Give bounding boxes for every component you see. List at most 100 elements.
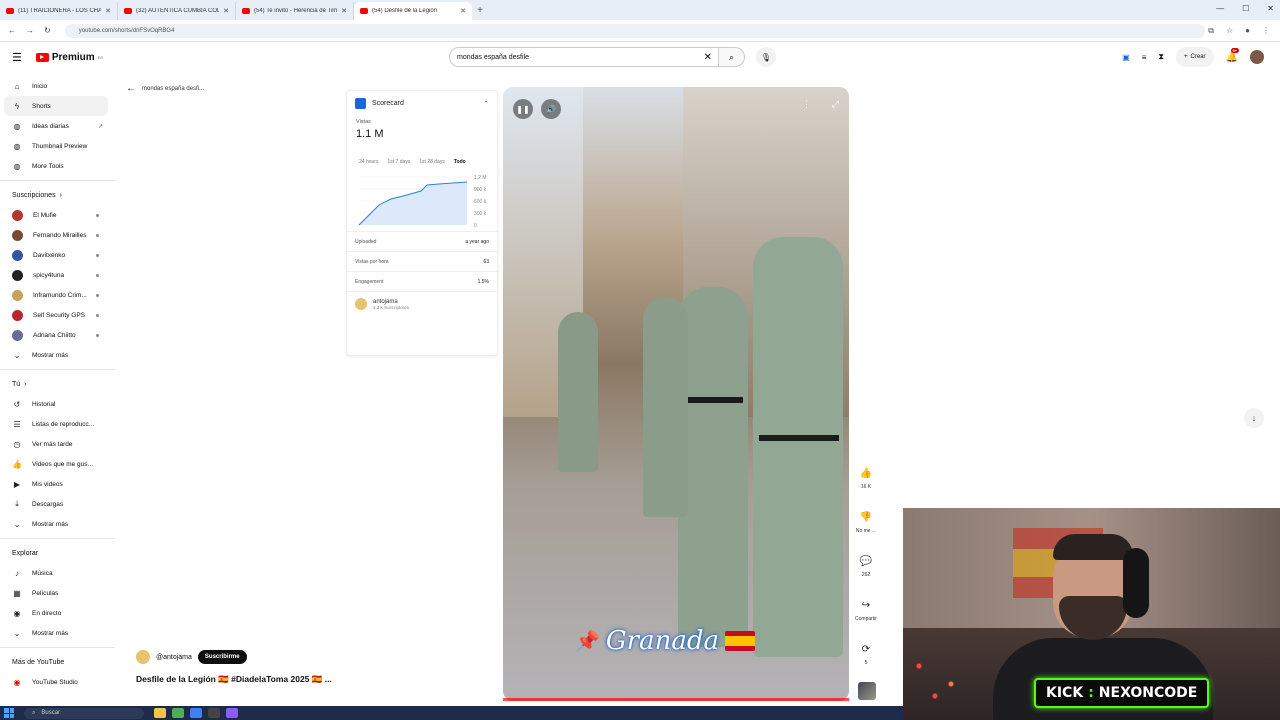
pause-icon: ❚❚ <box>516 104 530 114</box>
sidebar-item-inicio[interactable]: ⌂ Inicio <box>0 76 115 96</box>
sidebar-item-downloads[interactable]: ⤓ Descargas <box>0 494 115 514</box>
close-tab-icon[interactable]: ✕ <box>223 7 229 15</box>
search-input[interactable]: mondas españa desfile ✕ <box>449 47 719 67</box>
sidebar-sub-item[interactable]: Adriana Chiitto <box>0 325 115 345</box>
reload-icon[interactable]: ↻ <box>44 26 51 35</box>
sidebar-show-more[interactable]: ⌄ Mostrar más <box>0 623 115 643</box>
share-action[interactable]: ↪ Compartir <box>852 594 880 623</box>
browser-tab[interactable]: (54) Te invito - Herencia de Tim ✕ <box>236 2 354 20</box>
you-heading[interactable]: Tú › <box>0 374 115 394</box>
collapse-icon[interactable]: ⌃ <box>483 100 489 108</box>
sidebar-item-live[interactable]: ◉ En directo <box>0 603 115 623</box>
close-window-icon[interactable]: ✕ <box>1267 4 1274 13</box>
channel-avatar[interactable] <box>136 650 150 664</box>
youtube-favicon-icon <box>6 8 14 14</box>
more-options-icon[interactable]: ⋮ <box>802 99 811 110</box>
volume-button[interactable]: 🔊 <box>541 99 561 119</box>
list-icon[interactable]: ≡ <box>1142 53 1147 62</box>
sidebar-item-ideas[interactable]: ◍ Ideas diarias ↗ <box>0 116 115 136</box>
sidebar-item-thumbnail-preview[interactable]: ◍ Thumbnail Preview <box>0 136 115 156</box>
video-title[interactable]: Desfile de la Legión 🇪🇸 #DiadelaToma 202… <box>136 674 332 685</box>
windows-start-icon[interactable] <box>4 708 14 718</box>
close-tab-icon[interactable]: ✕ <box>460 7 466 15</box>
fullscreen-icon[interactable]: ⤢ <box>832 99 839 110</box>
subscribe-button[interactable]: Suscribirme <box>197 650 247 664</box>
shorts-video-player[interactable]: ❚❚ 🔊 ⋮ ⤢ 📌 Granada <box>503 87 849 701</box>
browser-tab[interactable]: (32) AUTENTICA CUMBIA COL ✕ <box>118 2 236 20</box>
range-tab[interactable]: 24 hours <box>359 159 378 165</box>
sidebar-item-youtube-studio[interactable]: ◉ YouTube Studio <box>0 672 115 692</box>
scorecard-channel[interactable]: antojama 4.3 k Suscriptores <box>347 291 497 316</box>
sidebar-show-more[interactable]: ⌄ Mostrar más <box>0 514 115 534</box>
sidebar-item-playlists[interactable]: ☰ Listas de reproducc... <box>0 414 115 434</box>
subscriptions-heading[interactable]: Suscripciones › <box>0 185 115 205</box>
new-tab-button[interactable]: + <box>472 5 488 16</box>
sidebar-sub-item[interactable]: Davitxenko <box>0 245 115 265</box>
range-tab[interactable]: 1st 7 days <box>387 159 410 165</box>
clear-search-icon[interactable]: ✕ <box>704 52 712 63</box>
forward-nav-icon[interactable]: → <box>26 26 34 35</box>
explore-heading: Explorar <box>12 549 39 557</box>
browser-tab[interactable]: (11) TRAICIONERA - LOS CHARR✕ <box>0 2 118 20</box>
remix-action[interactable]: ⟳ 5 <box>852 638 880 667</box>
sound-thumbnail[interactable] <box>858 682 876 700</box>
close-tab-icon[interactable]: ✕ <box>341 7 347 15</box>
sidebar-item-historial[interactable]: ↺ Historial <box>0 394 115 414</box>
sidebar-item-more-tools[interactable]: ◍ More Tools <box>0 156 115 176</box>
playlist-icon: ☰ <box>13 419 21 429</box>
hourglass-icon[interactable]: ⧗ <box>1158 52 1164 62</box>
maximize-icon[interactable]: ☐ <box>1242 4 1249 13</box>
taskbar-search[interactable]: ⌕ Buscar <box>24 707 144 719</box>
sidebar-sub-item[interactable]: Inframundo Crim... <box>0 285 115 305</box>
chrome-icon[interactable] <box>172 708 184 718</box>
next-short-button[interactable]: ↓ <box>1244 408 1264 428</box>
url-field[interactable]: youtube.com/shorts/dnFSvOqRBG4 <box>64 23 1205 38</box>
avatar[interactable] <box>1250 50 1264 64</box>
sidebar-item-my-videos[interactable]: ▶ Mis videos <box>0 474 115 494</box>
search-button[interactable]: ⌕ <box>719 47 745 67</box>
divider <box>0 369 115 370</box>
belt-shape <box>759 435 839 441</box>
range-tab-active[interactable]: Todo <box>454 159 466 165</box>
bookmark-icon[interactable]: ☆ <box>1226 26 1233 36</box>
menu-dots-icon[interactable]: ⋮ <box>1262 26 1270 36</box>
menu-icon[interactable]: ☰ <box>12 51 22 64</box>
back-nav-icon[interactable]: ← <box>8 26 16 35</box>
explorer-icon[interactable] <box>154 708 166 718</box>
extension-icon[interactable]: ▣ <box>1122 53 1130 62</box>
sidebar-item-watch-later[interactable]: ◷ Ver más tarde <box>0 434 115 454</box>
app-icon[interactable] <box>226 708 238 718</box>
back-to-search-link[interactable]: ← mondas españa desfi... <box>126 83 204 94</box>
cast-icon[interactable]: ⧉ <box>1208 26 1214 36</box>
dislike-action[interactable]: 👎 No me ... <box>852 506 880 535</box>
video-progress-bar[interactable] <box>503 698 849 701</box>
sidebar-sub-item[interactable]: Fernando Mirailles <box>0 225 115 245</box>
browser-tab-active[interactable]: (54) Desfile de la Legión ✕ <box>354 2 472 20</box>
like-action[interactable]: 👍 16 K <box>852 462 880 491</box>
sidebar-item-movies[interactable]: ▦ Películas <box>0 583 115 603</box>
sidebar-show-more[interactable]: ⌄ Mostrar más <box>0 345 115 365</box>
sidebar-sub-item[interactable]: El Mufie <box>0 205 115 225</box>
obs-icon[interactable] <box>208 708 220 718</box>
comment-action[interactable]: 💬 262 <box>852 550 880 579</box>
notifications-button[interactable]: 🔔 9+ <box>1226 47 1240 63</box>
create-button[interactable]: + Crear <box>1176 47 1214 67</box>
channel-avatar <box>12 329 23 341</box>
range-tab[interactable]: 1st 28 days <box>419 159 445 165</box>
close-tab-icon[interactable]: ✕ <box>105 7 111 15</box>
sidebar-item-shorts[interactable]: ϟ Shorts <box>4 96 108 116</box>
person-beard <box>1059 596 1127 640</box>
minimize-icon[interactable]: — <box>1216 4 1224 13</box>
youtube-logo[interactable]: Premium ES <box>35 52 103 63</box>
pause-button[interactable]: ❚❚ <box>513 99 533 119</box>
sidebar-item-music[interactable]: ♪ Música <box>0 563 115 583</box>
channel-avatar <box>12 289 23 301</box>
sidebar-sub-item[interactable]: Self Security GPS <box>0 305 115 325</box>
sidebar-sub-item[interactable]: spicy4tuna <box>0 265 115 285</box>
sidebar-item-liked[interactable]: 👍 Videos que me gus... <box>0 454 115 474</box>
channel-handle[interactable]: @antojama <box>156 654 192 661</box>
browser-icon[interactable] <box>190 708 202 718</box>
voice-search-button[interactable]: 🎙 <box>756 47 776 67</box>
mic-icon: 🎙 <box>760 52 772 62</box>
profile-icon[interactable]: ● <box>1245 26 1250 36</box>
